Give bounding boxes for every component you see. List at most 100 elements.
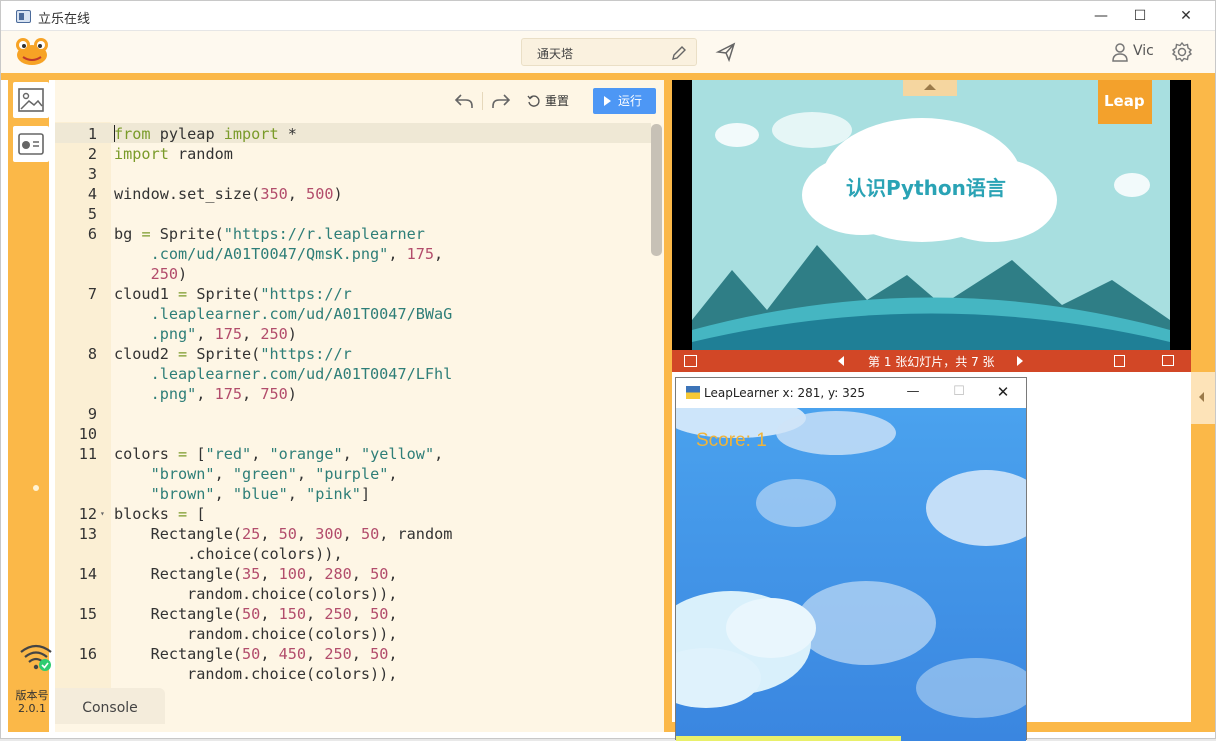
code-token: "brown" — [114, 465, 215, 483]
user-name[interactable]: Vic — [1133, 43, 1154, 59]
code-line[interactable]: 13 Rectangle(25, 50, 300, 50, random — [55, 524, 651, 544]
code-token: 750 — [260, 385, 288, 403]
image-panel-button[interactable] — [13, 82, 49, 118]
code-token: , — [196, 325, 215, 343]
wifi-connected-icon — [20, 644, 52, 671]
gear-icon[interactable] — [1171, 41, 1193, 63]
code-line[interactable]: 8 cloud2 = Sprite("https://r — [55, 344, 651, 364]
top-toolbar: 通天塔 Vic — [1, 31, 1215, 73]
fullscreen-icon[interactable] — [1162, 355, 1174, 366]
code-token: 50 — [370, 605, 389, 623]
code-token: pyleap — [150, 125, 224, 143]
code-token: = — [178, 505, 188, 523]
code-line[interactable]: 3 — [55, 164, 651, 184]
line-number: 10 — [78, 425, 97, 443]
slide-heading: 认识Python语言 — [846, 176, 1006, 200]
slide-collapse-handle[interactable] — [903, 80, 957, 96]
code-line[interactable]: 1 from pyleap import * — [55, 124, 651, 144]
prev-slide-button[interactable] — [838, 356, 844, 366]
code-token: .leaplearner.com/ud/A01T0047/BWaG — [114, 305, 453, 323]
code-line[interactable]: .com/ud/A01T0047/QmsK.png", 175, — [55, 244, 651, 264]
code-token: , — [242, 385, 261, 403]
code-line[interactable]: "brown", "green", "purple", — [55, 464, 651, 484]
app-icon — [16, 10, 31, 23]
code-token: Rectangle( — [114, 565, 243, 583]
code-line[interactable]: 16 Rectangle(50, 450, 250, 50, — [55, 644, 651, 664]
code-line[interactable]: 12 ▾ blocks = [ — [55, 504, 651, 524]
code-line[interactable]: 14 Rectangle(35, 100, 280, 50, — [55, 564, 651, 584]
code-token: , — [214, 465, 233, 483]
code-text: cloud1 = Sprite("https://r — [114, 284, 352, 304]
code-token: 250 — [324, 605, 352, 623]
run-button[interactable]: 运行 — [593, 88, 656, 114]
code-line[interactable]: 6 bg = Sprite("https://r.leaplearner — [55, 224, 651, 244]
editor-scrollbar[interactable] — [651, 124, 662, 256]
code-token: , — [434, 245, 444, 263]
code-text: 250) — [114, 264, 188, 284]
code-token: 150 — [278, 605, 307, 623]
game-canvas[interactable] — [676, 408, 1026, 741]
notes-view-icon[interactable] — [1114, 355, 1125, 367]
code-token: 500 — [306, 185, 334, 203]
line-number: 6 — [87, 225, 97, 243]
code-token: ) — [178, 265, 188, 283]
code-token: , — [196, 385, 215, 403]
code-text-area[interactable]: 1 from pyleap import * 2 import random 3 4 win… — [55, 123, 651, 690]
send-icon[interactable] — [715, 41, 737, 63]
code-token: , — [260, 605, 279, 623]
redo-icon[interactable] — [490, 90, 512, 112]
slides-panel-button[interactable] — [13, 126, 49, 162]
pencil-icon[interactable] — [670, 44, 688, 62]
code-line[interactable]: 10 — [55, 424, 651, 444]
code-line[interactable]: 7 cloud1 = Sprite("https://r — [55, 284, 651, 304]
slide-brand-logo: Leap — [1104, 92, 1145, 110]
code-token: = — [141, 225, 151, 243]
code-line[interactable]: "brown", "blue", "pink"] — [55, 484, 651, 504]
code-token: , — [306, 645, 325, 663]
editor-toolbar: 重置 运行 — [55, 80, 664, 122]
code-token: , — [388, 245, 407, 263]
reset-button[interactable]: 重置 — [521, 88, 583, 114]
console-tab[interactable]: Console — [55, 688, 165, 724]
code-token: , — [260, 565, 279, 583]
project-name-field[interactable]: 通天塔 — [521, 38, 697, 66]
code-line[interactable]: .png", 175, 750) — [55, 384, 651, 404]
maximize-button[interactable]: ☐ — [1117, 1, 1163, 31]
code-line[interactable]: .leaplearner.com/ud/A01T0047/LFhl — [55, 364, 651, 384]
game-close-button[interactable]: ✕ — [988, 378, 1018, 408]
code-token: , — [306, 565, 325, 583]
code-line[interactable]: 15 Rectangle(50, 150, 250, 50, — [55, 604, 651, 624]
game-title-bar[interactable]: LeapLearner x: 281, y: 325 — ☐ ✕ — [676, 378, 1026, 408]
code-token: "orange" — [269, 445, 343, 463]
code-line[interactable]: 5 — [55, 204, 651, 224]
game-minimize-button[interactable]: — — [898, 378, 928, 408]
code-line[interactable]: random.choice(colors)), — [55, 664, 651, 684]
code-token: import — [223, 125, 279, 143]
code-token: cloud2 — [114, 345, 179, 363]
code-line[interactable]: .leaplearner.com/ud/A01T0047/BWaG — [55, 304, 651, 324]
code-line[interactable]: .choice(colors)), — [55, 544, 651, 564]
next-slide-button[interactable] — [1017, 356, 1023, 366]
code-line[interactable]: 4 window.set_size(350, 500) — [55, 184, 651, 204]
code-line[interactable]: random.choice(colors)), — [55, 584, 651, 604]
code-line[interactable]: 11 colors = ["red", "orange", "yellow", — [55, 444, 651, 464]
right-collapse-handle[interactable] — [1191, 372, 1215, 424]
code-text: .leaplearner.com/ud/A01T0047/LFhl — [114, 364, 453, 384]
code-line[interactable]: random.choice(colors)), — [55, 624, 651, 644]
code-token: 100 — [278, 565, 307, 583]
line-number: 12 — [78, 505, 97, 523]
panel-divider[interactable] — [664, 80, 672, 732]
code-token: , — [242, 325, 261, 343]
line-number: 7 — [87, 285, 97, 303]
code-line[interactable]: 2 import random — [55, 144, 651, 164]
code-text: colors = ["red", "orange", "yellow", — [114, 444, 443, 464]
code-line[interactable]: 9 — [55, 404, 651, 424]
undo-icon[interactable] — [453, 90, 475, 112]
project-name: 通天塔 — [537, 47, 574, 61]
fold-toggle-icon[interactable]: ▾ — [100, 504, 105, 524]
code-line[interactable]: 250) — [55, 264, 651, 284]
code-line[interactable]: .png", 175, 250) — [55, 324, 651, 344]
user-icon[interactable] — [1111, 42, 1129, 62]
close-button[interactable]: ✕ — [1163, 1, 1209, 31]
code-token: import — [114, 145, 169, 163]
